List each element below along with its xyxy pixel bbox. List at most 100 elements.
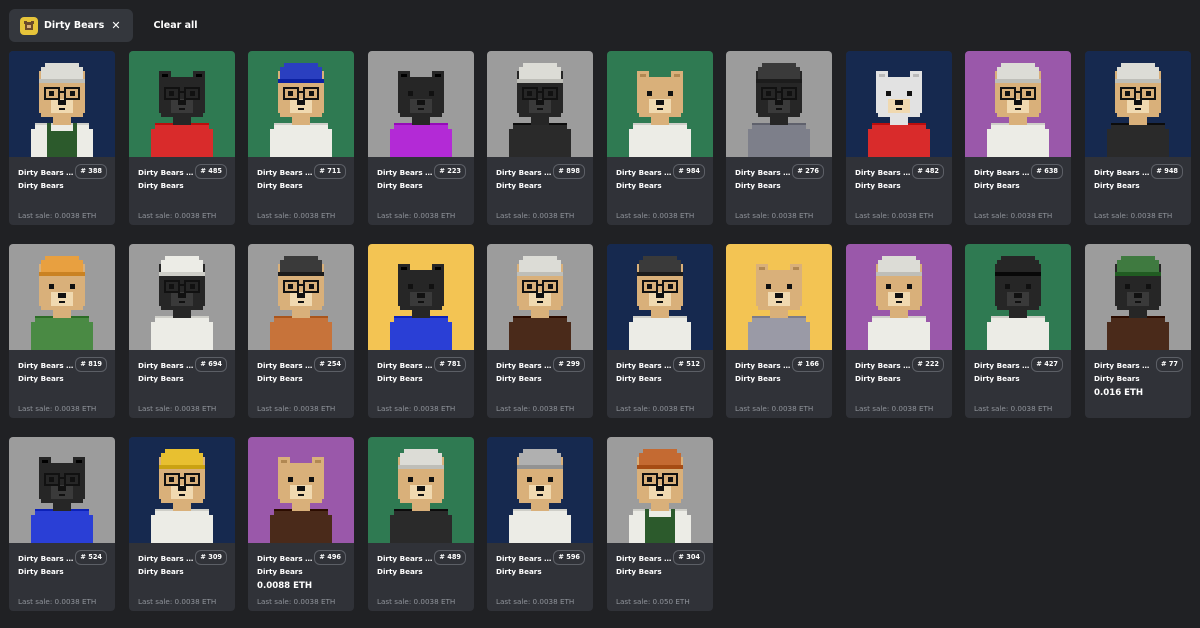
collection-name: Dirty Bears <box>138 374 184 383</box>
nft-image <box>248 437 354 543</box>
nft-card[interactable]: Dirty Bears ... # 512 Dirty Bears Last sale… <box>607 244 713 418</box>
last-sale: Last sale: 0.0038 ETH <box>377 211 456 220</box>
token-number-badge: # 984 <box>673 164 705 179</box>
last-sale: Last sale: 0.0038 ETH <box>616 404 695 413</box>
nft-name: Dirty Bears ... <box>616 554 672 563</box>
token-number-badge: # 596 <box>553 550 585 565</box>
token-number-badge: # 819 <box>75 357 107 372</box>
nft-card[interactable]: Dirty Bears ... # 254 Dirty Bears Last sale… <box>248 244 354 418</box>
token-number-badge: # 638 <box>1031 164 1063 179</box>
last-sale: Last sale: 0.0038 ETH <box>257 211 336 220</box>
last-sale: Last sale: 0.0038 ETH <box>257 597 336 606</box>
last-sale: Last sale: 0.0038 ETH <box>18 211 97 220</box>
token-number-badge: # 524 <box>75 550 107 565</box>
nft-name: Dirty Bears ... <box>855 361 911 370</box>
nft-card[interactable]: Dirty Bears ... # 694 Dirty Bears Last sale… <box>129 244 235 418</box>
nft-card[interactable]: Dirty Bears #... # 77 Dirty Bears 0.016 ETH <box>1085 244 1191 418</box>
nft-image <box>607 437 713 543</box>
nft-name: Dirty Bears ... <box>18 361 74 370</box>
nft-card[interactable]: Dirty Bears ... # 304 Dirty Bears Last sale… <box>607 437 713 611</box>
collection-filter-chip[interactable]: Dirty Bears ✕ <box>9 9 133 42</box>
collection-name: Dirty Bears <box>18 374 64 383</box>
nft-card[interactable]: Dirty Bears ... # 166 Dirty Bears Last sale… <box>726 244 832 418</box>
nft-card[interactable]: Dirty Bears ... # 223 Dirty Bears Last sale… <box>368 51 474 225</box>
nft-name: Dirty Bears ... <box>138 168 194 177</box>
nft-card[interactable]: Dirty Bears ... # 948 Dirty Bears Last sale… <box>1085 51 1191 225</box>
collection-name: Dirty Bears <box>377 374 423 383</box>
nft-card[interactable]: Dirty Bears ... # 388 Dirty Bears Last sale… <box>9 51 115 225</box>
nft-image <box>607 51 713 157</box>
nft-card[interactable]: Dirty Bears ... # 496 Dirty Bears 0.0088 ET… <box>248 437 354 611</box>
nft-card[interactable]: Dirty Bears ... # 781 Dirty Bears Last sale… <box>368 244 474 418</box>
collection-name: Dirty Bears <box>377 181 423 190</box>
collection-logo-icon <box>20 16 38 35</box>
token-number-badge: # 299 <box>553 357 585 372</box>
collection-name: Dirty Bears <box>496 567 542 576</box>
collection-name: Dirty Bears <box>616 181 662 190</box>
last-sale: Last sale: 0.0038 ETH <box>377 597 456 606</box>
token-number-badge: # 898 <box>553 164 585 179</box>
token-number-badge: # 711 <box>314 164 346 179</box>
token-number-badge: # 485 <box>195 164 227 179</box>
nft-image <box>248 244 354 350</box>
last-sale: Last sale: 0.0038 ETH <box>138 597 217 606</box>
nft-name: Dirty Bears #... <box>1094 361 1150 370</box>
nft-card[interactable]: Dirty Bears ... # 427 Dirty Bears Last sale… <box>965 244 1071 418</box>
close-icon[interactable]: ✕ <box>111 20 120 31</box>
collection-name: Dirty Bears <box>496 181 542 190</box>
nft-image <box>129 244 235 350</box>
nft-image <box>726 244 832 350</box>
nft-card[interactable]: Dirty Bears ... # 485 Dirty Bears Last sale… <box>129 51 235 225</box>
nft-image <box>487 244 593 350</box>
nft-card[interactable]: Dirty Bears ... # 482 Dirty Bears Last sale… <box>846 51 952 225</box>
collection-name: Dirty Bears <box>1094 374 1140 383</box>
last-sale: Last sale: 0.0038 ETH <box>855 211 934 220</box>
nft-card[interactable]: Dirty Bears #...# 711 Dirty Bears Last sal… <box>248 51 354 225</box>
token-number-badge: # 388 <box>75 164 107 179</box>
last-sale: Last sale: 0.0038 ETH <box>496 211 575 220</box>
token-number-badge: # 223 <box>434 164 466 179</box>
token-number-badge: # 512 <box>673 357 705 372</box>
nft-image <box>129 437 235 543</box>
nft-image <box>9 244 115 350</box>
nft-card[interactable]: Dirty Bears ... # 489 Dirty Bears Last sale… <box>368 437 474 611</box>
nft-card[interactable]: Dirty Bears ... # 819 Dirty Bears Last sale… <box>9 244 115 418</box>
last-sale: Last sale: 0.0038 ETH <box>974 211 1053 220</box>
last-sale: Last sale: 0.0038 ETH <box>855 404 934 413</box>
nft-card[interactable]: Dirty Bears ... # 524 Dirty Bears Last sale… <box>9 437 115 611</box>
token-number-badge: # 694 <box>195 357 227 372</box>
nft-card[interactable]: Dirty Bears ... # 984 Dirty Bears Last sale… <box>607 51 713 225</box>
last-sale: Last sale: 0.050 ETH <box>616 597 690 606</box>
collection-name: Dirty Bears <box>257 374 303 383</box>
filter-bar: Dirty Bears ✕ Clear all <box>9 9 198 42</box>
nft-card[interactable]: Dirty Bears ... # 898 Dirty Bears Last sale… <box>487 51 593 225</box>
nft-image <box>9 51 115 157</box>
token-number-badge: # 496 <box>314 550 346 565</box>
token-number-badge: # 276 <box>792 164 824 179</box>
collection-name: Dirty Bears <box>138 567 184 576</box>
token-number-badge: # 781 <box>434 357 466 372</box>
nft-card[interactable]: Dirty Bears ... # 299 Dirty Bears Last sale… <box>487 244 593 418</box>
nft-image <box>1085 244 1191 350</box>
last-sale: Last sale: 0.0038 ETH <box>257 404 336 413</box>
nft-card[interactable]: Dirty Bears ... # 222 Dirty Bears Last sale… <box>846 244 952 418</box>
nft-card[interactable]: Dirty Bears ... # 638 Dirty Bears Last sale… <box>965 51 1071 225</box>
nft-name: Dirty Bears ... <box>257 361 313 370</box>
nft-card[interactable]: Dirty Bears ... # 309 Dirty Bears Last sale… <box>129 437 235 611</box>
nft-card[interactable]: Dirty Bears ... # 596 Dirty Bears Last sale… <box>487 437 593 611</box>
collection-name: Dirty Bears <box>616 374 662 383</box>
nft-card[interactable]: Dirty Bears ... # 276 Dirty Bears Last sale… <box>726 51 832 225</box>
collection-name: Dirty Bears <box>735 374 781 383</box>
nft-name: Dirty Bears ... <box>735 361 791 370</box>
collection-name: Dirty Bears <box>377 567 423 576</box>
nft-image <box>129 51 235 157</box>
clear-all-button[interactable]: Clear all <box>154 20 198 31</box>
token-number-badge: # 489 <box>434 550 466 565</box>
last-sale: Last sale: 0.0038 ETH <box>138 404 217 413</box>
nft-name: Dirty Bears ... <box>377 168 433 177</box>
nft-image <box>368 51 474 157</box>
nft-image <box>1085 51 1191 157</box>
nft-image <box>607 244 713 350</box>
nft-name: Dirty Bears ... <box>616 168 672 177</box>
nft-name: Dirty Bears ... <box>1094 168 1150 177</box>
